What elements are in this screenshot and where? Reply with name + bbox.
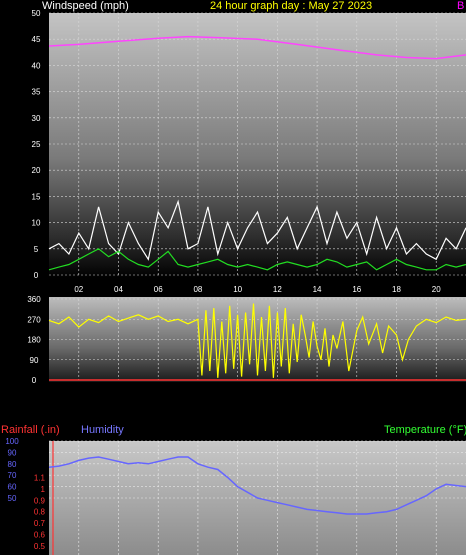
wind-y-tick: 35 [32, 88, 41, 97]
chart-title: 24 hour graph day : May 27 2023 [210, 0, 372, 12]
rain-y-tick: 0.6 [34, 530, 46, 539]
temperature-label: Temperature (°F) [384, 424, 466, 436]
rain-y-tick: 1.1 [34, 473, 46, 482]
direction-y-tick: 0 [32, 376, 37, 385]
x-tick-label: 04 [114, 285, 123, 294]
x-tick-label: 06 [154, 285, 163, 294]
direction-y-tick: 360 [27, 295, 41, 304]
direction-y-tick: 270 [27, 315, 41, 324]
rain-y-tick: 1 [41, 485, 46, 494]
wind-y-tick: 30 [32, 114, 41, 123]
x-tick-label: 12 [273, 285, 282, 294]
humidity-label: Humidity [81, 424, 124, 436]
humidity-y-tick: 50 [8, 494, 17, 503]
wind-y-tick: 10 [32, 219, 41, 228]
rain-y-tick: 0.7 [34, 519, 46, 528]
x-tick-label: 14 [313, 285, 322, 294]
x-tick-label: 10 [233, 285, 242, 294]
x-tick-label: 20 [432, 285, 441, 294]
x-tick-label: 16 [352, 285, 361, 294]
wind-y-tick: 0 [34, 271, 39, 280]
wind-y-tick: 25 [32, 140, 41, 149]
x-tick-label: 18 [392, 285, 401, 294]
x-tick-label: 02 [74, 285, 83, 294]
rain-label: Rainfall (.in) [1, 424, 60, 436]
wind-y-tick: 20 [32, 166, 41, 175]
humidity-y-tick: 70 [8, 471, 17, 480]
direction-y-tick: 90 [30, 356, 39, 365]
wind-y-tick: 5 [34, 245, 39, 254]
rain-y-tick: 0.9 [34, 496, 46, 505]
wind-plot-area [49, 13, 466, 278]
direction-y-tick: 180 [27, 336, 41, 345]
humidity-y-tick: 80 [8, 460, 17, 469]
humidity-y-tick: 100 [5, 437, 19, 446]
corner-letter: B [457, 0, 464, 12]
wind-y-tick: 15 [32, 192, 41, 201]
wind-y-tick: 40 [32, 61, 41, 70]
rain-y-tick: 0.8 [34, 508, 46, 517]
humidity-y-tick: 60 [8, 483, 17, 492]
wind-y-tick: 45 [32, 35, 41, 44]
humidity-y-tick: 90 [8, 448, 17, 457]
x-tick-label: 08 [193, 285, 202, 294]
weather-graphs: Windspeed (mph) 24 hour graph day : May … [1, 0, 466, 555]
rain-y-tick: 0.5 [34, 542, 46, 551]
wind-label: Windspeed (mph) [42, 0, 129, 12]
wind-y-tick: 50 [32, 9, 41, 18]
